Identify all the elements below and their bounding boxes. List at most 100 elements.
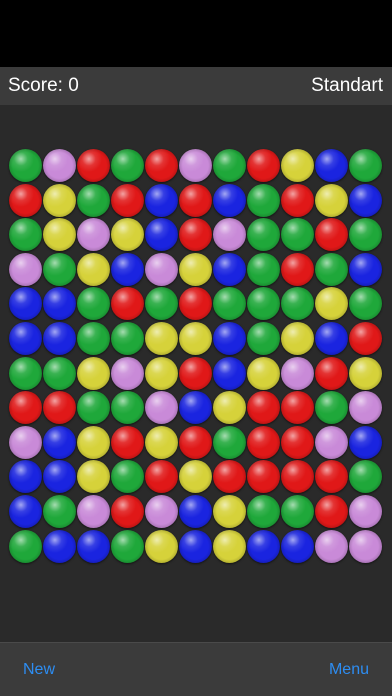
green-ball[interactable] [247,218,280,252]
green-ball[interactable] [9,149,42,182]
blue-ball[interactable] [247,529,280,563]
purple-ball[interactable] [213,218,246,252]
red-ball[interactable] [9,391,42,425]
green-ball[interactable] [9,218,42,252]
red-ball[interactable] [111,495,144,528]
red-ball[interactable] [43,391,76,425]
purple-ball[interactable] [9,425,42,459]
green-ball[interactable] [247,287,280,321]
red-ball[interactable] [111,183,144,217]
yellow-ball[interactable] [179,252,212,286]
purple-ball[interactable] [349,529,382,563]
red-ball[interactable] [247,425,280,459]
red-ball[interactable] [111,425,144,459]
blue-ball[interactable] [281,529,314,563]
red-ball[interactable] [213,460,246,494]
green-ball[interactable] [349,287,382,321]
red-ball[interactable] [179,183,212,217]
green-ball[interactable] [9,529,42,563]
blue-ball[interactable] [315,322,348,355]
red-ball[interactable] [281,252,314,286]
green-ball[interactable] [111,529,144,563]
green-ball[interactable] [349,460,382,494]
yellow-ball[interactable] [213,529,246,563]
ball-grid[interactable] [9,149,383,565]
blue-ball[interactable] [145,183,178,217]
green-ball[interactable] [349,149,382,182]
yellow-ball[interactable] [315,287,348,321]
purple-ball[interactable] [77,495,110,528]
red-ball[interactable] [281,425,314,459]
purple-ball[interactable] [145,391,178,425]
blue-ball[interactable] [43,460,76,494]
green-ball[interactable] [281,495,314,528]
red-ball[interactable] [9,183,42,217]
green-ball[interactable] [9,356,42,390]
green-ball[interactable] [247,252,280,286]
green-ball[interactable] [43,252,76,286]
green-ball[interactable] [111,322,144,355]
red-ball[interactable] [111,287,144,321]
red-ball[interactable] [247,149,280,182]
red-ball[interactable] [247,460,280,494]
yellow-ball[interactable] [213,391,246,425]
purple-ball[interactable] [145,252,178,286]
yellow-ball[interactable] [281,149,314,182]
red-ball[interactable] [179,356,212,390]
blue-ball[interactable] [9,287,42,321]
purple-ball[interactable] [111,356,144,390]
purple-ball[interactable] [315,425,348,459]
green-ball[interactable] [315,391,348,425]
new-game-button[interactable]: New [23,661,55,679]
yellow-ball[interactable] [43,183,76,217]
blue-ball[interactable] [9,495,42,528]
yellow-ball[interactable] [179,460,212,494]
yellow-ball[interactable] [77,356,110,390]
green-ball[interactable] [281,218,314,252]
blue-ball[interactable] [349,252,382,286]
green-ball[interactable] [43,356,76,390]
red-ball[interactable] [179,218,212,252]
blue-ball[interactable] [179,391,212,425]
green-ball[interactable] [111,460,144,494]
blue-ball[interactable] [213,183,246,217]
green-ball[interactable] [315,252,348,286]
red-ball[interactable] [281,183,314,217]
purple-ball[interactable] [315,529,348,563]
red-ball[interactable] [145,149,178,182]
green-ball[interactable] [213,287,246,321]
yellow-ball[interactable] [213,495,246,528]
blue-ball[interactable] [9,460,42,494]
purple-ball[interactable] [349,391,382,425]
purple-ball[interactable] [179,149,212,182]
green-ball[interactable] [247,322,280,355]
green-ball[interactable] [247,183,280,217]
blue-ball[interactable] [145,218,178,252]
purple-ball[interactable] [281,356,314,390]
yellow-ball[interactable] [145,356,178,390]
blue-ball[interactable] [349,183,382,217]
green-ball[interactable] [77,322,110,355]
yellow-ball[interactable] [77,252,110,286]
red-ball[interactable] [281,391,314,425]
blue-ball[interactable] [77,529,110,563]
yellow-ball[interactable] [145,322,178,355]
green-ball[interactable] [145,287,178,321]
blue-ball[interactable] [213,356,246,390]
red-ball[interactable] [315,460,348,494]
yellow-ball[interactable] [315,183,348,217]
yellow-ball[interactable] [349,356,382,390]
purple-ball[interactable] [145,495,178,528]
green-ball[interactable] [111,149,144,182]
red-ball[interactable] [77,149,110,182]
green-ball[interactable] [77,183,110,217]
blue-ball[interactable] [9,322,42,355]
yellow-ball[interactable] [43,218,76,252]
yellow-ball[interactable] [179,322,212,355]
red-ball[interactable] [315,356,348,390]
purple-ball[interactable] [349,495,382,528]
red-ball[interactable] [315,495,348,528]
yellow-ball[interactable] [247,356,280,390]
purple-ball[interactable] [77,218,110,252]
green-ball[interactable] [213,425,246,459]
